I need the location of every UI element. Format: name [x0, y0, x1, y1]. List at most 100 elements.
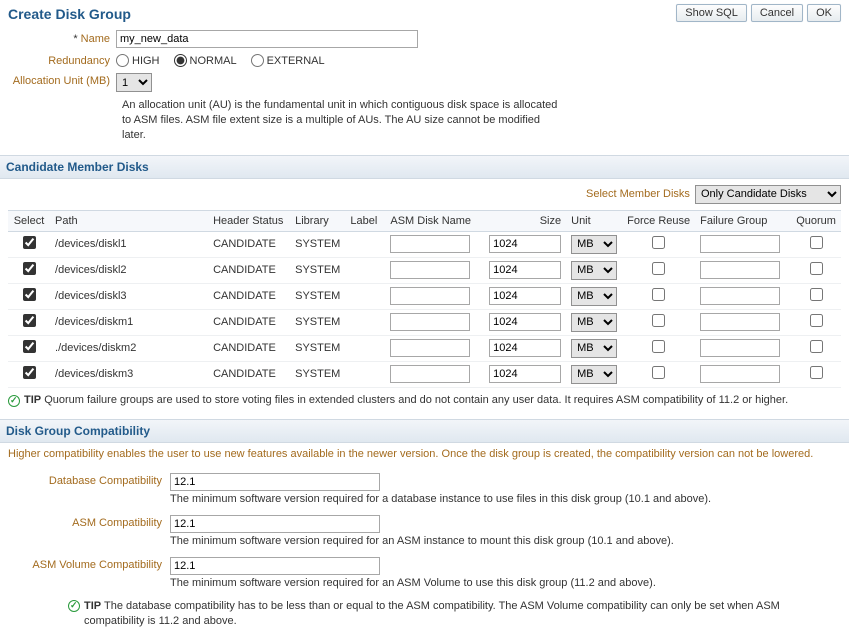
row-size-input[interactable] [489, 339, 561, 357]
allocation-unit-select[interactable]: 1 [116, 73, 152, 92]
row-size-input[interactable] [489, 261, 561, 279]
col-path: Path [50, 210, 208, 231]
row-library: SYSTEM [290, 361, 345, 387]
row-failure-group-input[interactable] [700, 365, 780, 383]
row-unit-select[interactable]: MB [571, 235, 617, 254]
row-asm-disk-name-input[interactable] [390, 235, 470, 253]
vol-compat-label: ASM Volume Compatibility [8, 557, 170, 571]
asm-compat-input[interactable] [170, 515, 380, 533]
row-force-reuse-checkbox[interactable] [652, 366, 665, 379]
row-header-status: CANDIDATE [208, 231, 290, 257]
db-compat-label: Database Compatibility [8, 473, 170, 487]
compat-tip-label: TIP [84, 600, 101, 612]
row-size-input[interactable] [489, 287, 561, 305]
page-title: Create Disk Group [8, 6, 131, 22]
redundancy-high-radio[interactable] [116, 54, 129, 67]
name-label: Name [8, 33, 116, 45]
row-asm-disk-name-input[interactable] [390, 261, 470, 279]
row-path: /devices/diskl3 [50, 283, 208, 309]
col-unit: Unit [566, 210, 622, 231]
redundancy-normal-radio[interactable] [174, 54, 187, 67]
redundancy-external[interactable]: EXTERNAL [251, 54, 325, 67]
row-unit-select[interactable]: MB [571, 313, 617, 332]
row-failure-group-input[interactable] [700, 313, 780, 331]
asm-compat-note: The minimum software version required fo… [170, 535, 674, 547]
row-library: SYSTEM [290, 231, 345, 257]
cancel-button[interactable]: Cancel [751, 4, 803, 22]
col-select: Select [8, 210, 50, 231]
row-quorum-checkbox[interactable] [810, 340, 823, 353]
row-asm-disk-name-input[interactable] [390, 313, 470, 331]
allocation-unit-label: Allocation Unit (MB) [8, 73, 116, 87]
row-force-reuse-checkbox[interactable] [652, 236, 665, 249]
row-force-reuse-checkbox[interactable] [652, 288, 665, 301]
table-row: /devices/diskl1CANDIDATESYSTEMMB [8, 231, 841, 257]
col-library: Library [290, 210, 345, 231]
row-size-input[interactable] [489, 235, 561, 253]
row-unit-select[interactable]: MB [571, 287, 617, 306]
row-select-checkbox[interactable] [23, 314, 36, 327]
allocation-unit-help: An allocation unit (AU) is the fundament… [122, 98, 562, 143]
row-path: ./devices/diskm2 [50, 335, 208, 361]
compat-section-title: Disk Group Compatibility [0, 419, 849, 443]
row-library: SYSTEM [290, 283, 345, 309]
compat-intro: Higher compatibility enables the user to… [8, 447, 841, 462]
show-sql-button[interactable]: Show SQL [676, 4, 747, 22]
row-failure-group-input[interactable] [700, 261, 780, 279]
redundancy-label: Redundancy [8, 55, 116, 67]
row-force-reuse-checkbox[interactable] [652, 340, 665, 353]
row-quorum-checkbox[interactable] [810, 314, 823, 327]
row-unit-select[interactable]: MB [571, 261, 617, 280]
row-force-reuse-checkbox[interactable] [652, 262, 665, 275]
row-header-status: CANDIDATE [208, 361, 290, 387]
row-quorum-checkbox[interactable] [810, 288, 823, 301]
row-library: SYSTEM [290, 335, 345, 361]
candidate-section-title: Candidate Member Disks [0, 155, 849, 179]
redundancy-normal[interactable]: NORMAL [174, 54, 237, 67]
tip-icon [8, 395, 20, 407]
select-member-disks-select[interactable]: Only Candidate Disks [695, 185, 841, 204]
row-library: SYSTEM [290, 257, 345, 283]
name-input[interactable] [116, 30, 418, 48]
db-compat-note: The minimum software version required fo… [170, 493, 711, 505]
col-label: Label [345, 210, 385, 231]
row-size-input[interactable] [489, 313, 561, 331]
row-force-reuse-checkbox[interactable] [652, 314, 665, 327]
row-size-input[interactable] [489, 365, 561, 383]
row-select-checkbox[interactable] [23, 288, 36, 301]
row-select-checkbox[interactable] [23, 340, 36, 353]
row-header-status: CANDIDATE [208, 257, 290, 283]
ok-button[interactable]: OK [807, 4, 841, 22]
tip-text: Quorum failure groups are used to store … [44, 394, 788, 406]
row-header-status: CANDIDATE [208, 335, 290, 361]
row-label [345, 361, 385, 387]
vol-compat-input[interactable] [170, 557, 380, 575]
row-asm-disk-name-input[interactable] [390, 339, 470, 357]
row-asm-disk-name-input[interactable] [390, 365, 470, 383]
candidate-disk-table: Select Path Header Status Library Label … [8, 210, 841, 388]
row-quorum-checkbox[interactable] [810, 236, 823, 249]
row-failure-group-input[interactable] [700, 235, 780, 253]
redundancy-external-radio[interactable] [251, 54, 264, 67]
row-select-checkbox[interactable] [23, 366, 36, 379]
row-header-status: CANDIDATE [208, 309, 290, 335]
row-asm-disk-name-input[interactable] [390, 287, 470, 305]
db-compat-input[interactable] [170, 473, 380, 491]
row-quorum-checkbox[interactable] [810, 262, 823, 275]
table-row: /devices/diskm3CANDIDATESYSTEMMB [8, 361, 841, 387]
row-quorum-checkbox[interactable] [810, 366, 823, 379]
row-label [345, 309, 385, 335]
redundancy-external-label: EXTERNAL [267, 55, 325, 67]
redundancy-normal-label: NORMAL [190, 55, 237, 67]
row-select-checkbox[interactable] [23, 236, 36, 249]
row-header-status: CANDIDATE [208, 283, 290, 309]
row-unit-select[interactable]: MB [571, 365, 617, 384]
redundancy-high[interactable]: HIGH [116, 54, 160, 67]
row-path: /devices/diskm1 [50, 309, 208, 335]
row-select-checkbox[interactable] [23, 262, 36, 275]
asm-compat-label: ASM Compatibility [8, 515, 170, 529]
row-failure-group-input[interactable] [700, 287, 780, 305]
row-unit-select[interactable]: MB [571, 339, 617, 358]
tip-icon [68, 600, 80, 612]
row-failure-group-input[interactable] [700, 339, 780, 357]
